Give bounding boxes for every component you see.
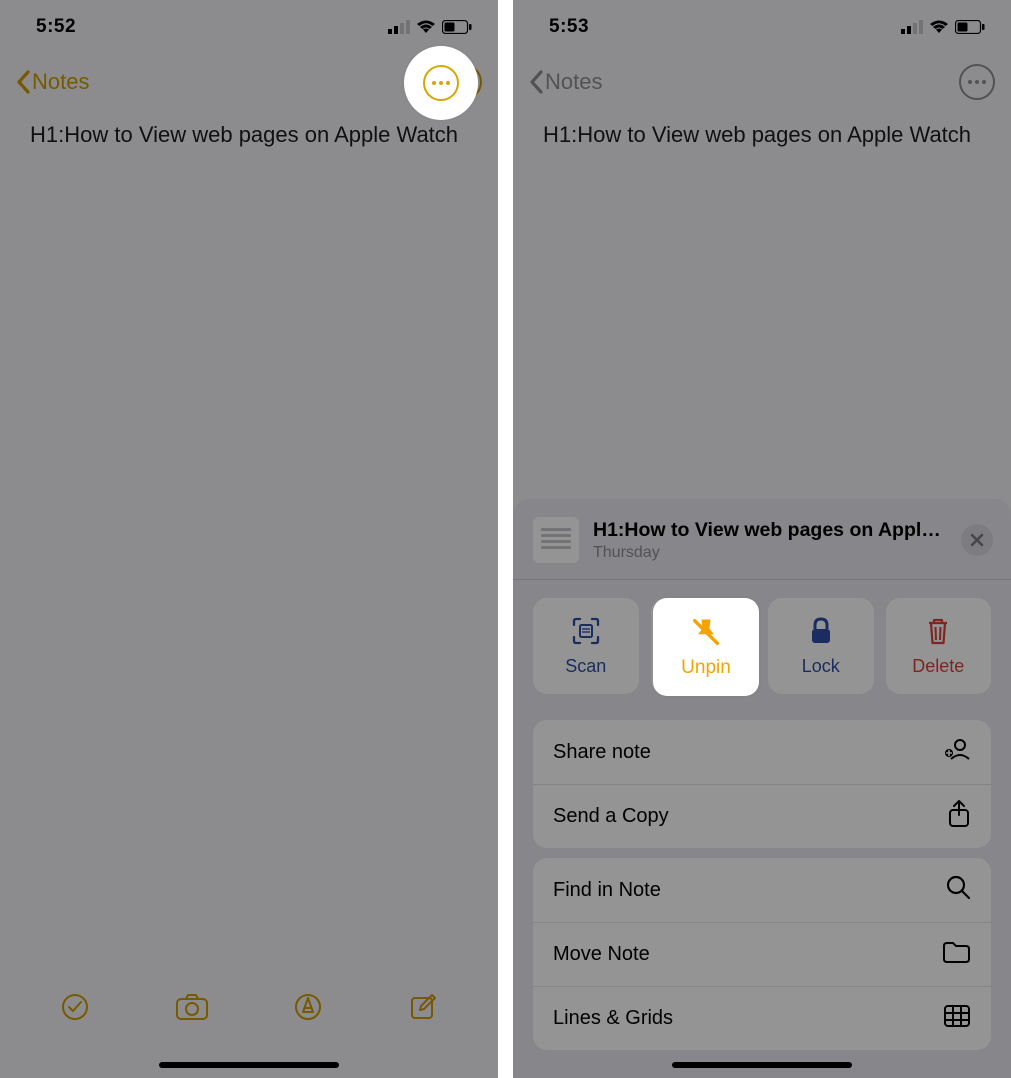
send-copy-label: Send a Copy (553, 805, 669, 828)
unpin-icon (689, 615, 723, 649)
unpin-label-highlighted: Unpin (681, 657, 731, 679)
status-time: 5:53 (549, 16, 589, 38)
menu-group-2: Find in Note Move Note Lines & Grids (533, 858, 991, 1050)
close-button[interactable] (961, 524, 993, 556)
note-text: H1:How to View web pages on Apple Watch (543, 120, 981, 150)
status-time: 5:52 (36, 16, 76, 38)
scan-button[interactable]: Scan (533, 598, 639, 694)
note-thumbnail-icon (533, 517, 579, 563)
note-body[interactable]: H1:How to View web pages on Apple Watch (0, 120, 498, 150)
close-icon (970, 533, 984, 547)
action-button-row: Scan Unpin Lock Delete (513, 580, 1011, 710)
action-sheet: H1:How to View web pages on Apple W... T… (513, 499, 1011, 1078)
back-label: Notes (32, 69, 89, 95)
home-indicator[interactable] (159, 1062, 339, 1068)
wifi-icon (929, 20, 949, 34)
home-indicator[interactable] (672, 1062, 852, 1068)
checklist-icon[interactable] (60, 992, 90, 1027)
status-icons (901, 20, 985, 34)
status-icons (388, 20, 472, 34)
markup-icon[interactable] (293, 992, 323, 1027)
folder-icon (941, 940, 971, 970)
camera-icon[interactable] (175, 993, 209, 1026)
left-screenshot: 5:52 Notes H1:How to View web pages on A… (0, 0, 498, 1078)
dimming-overlay (0, 0, 498, 1078)
sheet-title: H1:How to View web pages on Apple W... (593, 519, 947, 542)
status-bar: 5:53 (513, 0, 1011, 54)
battery-icon (955, 20, 985, 34)
battery-icon (442, 20, 472, 34)
scan-icon (571, 616, 601, 646)
move-note-label: Move Note (553, 943, 650, 966)
cellular-icon (388, 20, 410, 34)
share-note-label: Share note (553, 741, 651, 764)
back-button[interactable]: Notes (529, 69, 602, 95)
highlight-unpin-button: Unpin (653, 598, 759, 696)
scan-label: Scan (565, 656, 606, 677)
wifi-icon (416, 20, 436, 34)
find-in-note-label: Find in Note (553, 879, 661, 902)
move-note-item[interactable]: Move Note (533, 922, 991, 986)
lock-label: Lock (802, 656, 840, 677)
right-screenshot: 5:53 Notes H1:How to View web pages on A… (513, 0, 1011, 1078)
ellipsis-icon (432, 81, 450, 85)
search-icon (945, 874, 971, 906)
more-button[interactable] (959, 64, 995, 100)
highlight-more-button (404, 46, 478, 120)
more-button-highlighted[interactable] (423, 65, 459, 101)
nav-bar: Notes (513, 54, 1011, 110)
compose-icon[interactable] (408, 992, 438, 1027)
lines-grids-item[interactable]: Lines & Grids (533, 986, 991, 1050)
note-text: H1:How to View web pages on Apple Watch (30, 120, 468, 150)
back-button[interactable]: Notes (16, 69, 89, 95)
share-note-item[interactable]: Share note (533, 720, 991, 784)
lines-grids-label: Lines & Grids (553, 1007, 673, 1030)
bottom-toolbar (0, 982, 498, 1036)
note-body[interactable]: H1:How to View web pages on Apple Watch (513, 120, 1011, 150)
chevron-left-icon (16, 70, 30, 94)
menu-group-1: Share note Send a Copy (533, 720, 991, 848)
send-copy-item[interactable]: Send a Copy (533, 784, 991, 848)
delete-label: Delete (912, 656, 964, 677)
share-icon (947, 799, 971, 835)
trash-icon (925, 616, 951, 646)
lock-icon (808, 616, 834, 646)
find-in-note-item[interactable]: Find in Note (533, 858, 991, 922)
status-bar: 5:52 (0, 0, 498, 54)
grid-icon (943, 1004, 971, 1034)
back-label: Notes (545, 69, 602, 95)
chevron-left-icon (529, 70, 543, 94)
sheet-subtitle: Thursday (593, 544, 947, 562)
share-people-icon (943, 737, 971, 767)
ellipsis-icon (968, 80, 986, 84)
cellular-icon (901, 20, 923, 34)
lock-button[interactable]: Lock (768, 598, 874, 694)
sheet-header: H1:How to View web pages on Apple W... T… (513, 499, 1011, 579)
delete-button[interactable]: Delete (886, 598, 992, 694)
